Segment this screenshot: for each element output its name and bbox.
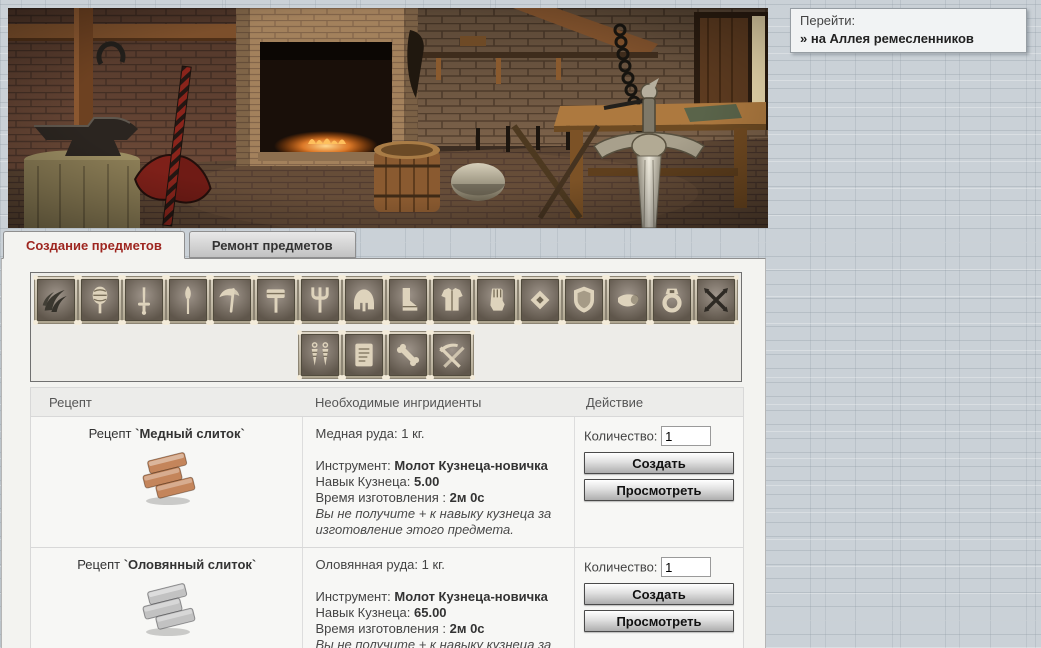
- category-helmet-icon[interactable]: [342, 276, 386, 324]
- copper-ingot-image: [136, 451, 198, 510]
- recipe-table-header: Рецепт Необходимые ингридиенты Действие: [31, 388, 743, 417]
- action-cell: Количество: Создать Просмотреть: [575, 548, 743, 648]
- goto-title: Перейти:: [800, 13, 1017, 28]
- category-mace-icon[interactable]: [78, 276, 122, 324]
- quantity-input[interactable]: [661, 426, 711, 446]
- time-value: 2м 0с: [450, 490, 485, 505]
- ingredients-cell: Медная руда: 1 кг. Инструмент: Молот Куз…: [302, 417, 575, 547]
- category-amulet-icon[interactable]: [518, 276, 562, 324]
- action-cell: Количество: Создать Просмотреть: [575, 417, 743, 547]
- create-button[interactable]: Создать: [584, 452, 734, 474]
- category-gloves-icon[interactable]: [474, 276, 518, 324]
- recipe-title: Рецепт `Медный слиток`: [31, 426, 302, 441]
- tab-bar: Создание предметов Ремонт предметов: [3, 231, 356, 259]
- create-button[interactable]: Создать: [584, 583, 734, 605]
- skill-line: Навык Кузнеца: 5.00: [315, 474, 562, 490]
- skill-note: Вы не получите + к навыку кузнеца за изг…: [315, 637, 562, 648]
- category-sword-icon[interactable]: [122, 276, 166, 324]
- tool-line: Инструмент: Молот Кузнеца-новичка: [315, 589, 562, 605]
- skill-value: 5.00: [414, 474, 439, 489]
- tin-ingot-image: [136, 582, 198, 641]
- time-line: Время изготовления : 2м 0с: [315, 490, 562, 506]
- category-ring-icon[interactable]: [650, 276, 694, 324]
- skill-note: Вы не получите + к навыку кузнеца за изг…: [315, 506, 562, 538]
- ingredient-line: Медная руда: 1 кг.: [315, 426, 562, 442]
- category-hammer-icon[interactable]: [254, 276, 298, 324]
- view-button[interactable]: Просмотреть: [584, 479, 734, 501]
- category-crossed-arrows-icon[interactable]: [694, 276, 738, 324]
- recipe-cell: Рецепт `Медный слиток`: [31, 417, 302, 547]
- goto-link-craftsmen-alley[interactable]: » на Аллея ремесленников: [800, 31, 1017, 46]
- category-icon-row-2: [298, 331, 474, 379]
- header-recipe: Рецепт: [31, 395, 303, 410]
- header-action: Действие: [576, 395, 743, 410]
- goto-box: Перейти: » на Аллея ремесленников: [790, 8, 1027, 53]
- tab-create-items[interactable]: Создание предметов: [3, 231, 185, 259]
- recipe-cell: Рецепт `Оловянный слиток`: [31, 548, 302, 648]
- header-ingredients: Необходимые ингридиенты: [303, 395, 576, 410]
- ingredient-line: Оловянная руда: 1 кг.: [315, 557, 562, 573]
- category-earrings-icon[interactable]: [298, 331, 342, 379]
- craft-panel: Рецепт Необходимые ингридиенты Действие …: [1, 258, 766, 648]
- tab-repair-items[interactable]: Ремонт предметов: [189, 231, 356, 258]
- tool-line: Инструмент: Молот Кузнеца-новичка: [315, 458, 562, 474]
- category-bracers-icon[interactable]: [606, 276, 650, 324]
- tool-name: Молот Кузнеца-новичка: [394, 458, 547, 473]
- skill-value: 65.00: [414, 605, 447, 620]
- recipe-table: Рецепт Необходимые ингридиенты Действие …: [30, 387, 744, 648]
- category-bone-icon[interactable]: [386, 331, 430, 379]
- time-value: 2м 0с: [450, 621, 485, 636]
- quantity-line: Количество:: [584, 426, 734, 446]
- category-icon-row-1: [34, 276, 738, 324]
- craft-category-box: [30, 272, 742, 382]
- tool-name: Молот Кузнеца-новичка: [394, 589, 547, 604]
- category-shield-icon[interactable]: [562, 276, 606, 324]
- category-spear-icon[interactable]: [166, 276, 210, 324]
- view-button[interactable]: Просмотреть: [584, 610, 734, 632]
- category-scroll-icon[interactable]: [342, 331, 386, 379]
- category-claws-icon[interactable]: [34, 276, 78, 324]
- recipe-row-tin-ingot: Рецепт `Оловянный слиток`: [31, 548, 743, 648]
- recipe-title: Рецепт `Оловянный слиток`: [31, 557, 302, 572]
- recipe-row-copper-ingot: Рецепт `Медный слиток`: [31, 417, 743, 548]
- category-trident-icon[interactable]: [298, 276, 342, 324]
- category-axe-icon[interactable]: [210, 276, 254, 324]
- category-boots-icon[interactable]: [386, 276, 430, 324]
- quantity-line: Количество:: [584, 557, 734, 577]
- skill-line: Навык Кузнеца: 65.00: [315, 605, 562, 621]
- ingredients-cell: Оловянная руда: 1 кг. Инструмент: Молот …: [302, 548, 575, 648]
- time-line: Время изготовления : 2м 0с: [315, 621, 562, 637]
- forge-banner-image: [8, 8, 768, 228]
- quantity-input[interactable]: [661, 557, 711, 577]
- category-armor-icon[interactable]: [430, 276, 474, 324]
- category-picks-icon[interactable]: [430, 331, 474, 379]
